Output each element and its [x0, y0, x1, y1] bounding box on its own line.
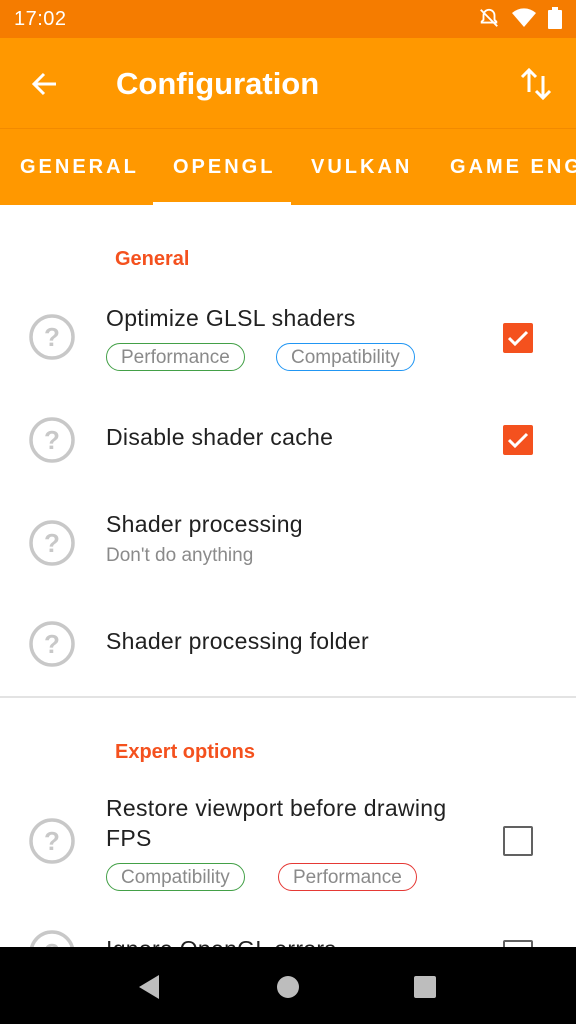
- app-bar: Configuration: [0, 38, 576, 128]
- checkbox-optimize-glsl[interactable]: [503, 323, 533, 353]
- do-not-disturb-off-icon: [480, 8, 498, 27]
- setting-label: Shader processing: [106, 511, 303, 537]
- setting-label: Disable shader cache: [106, 424, 334, 450]
- setting-label: Shader processing folder: [106, 628, 369, 654]
- home-nav-icon[interactable]: [276, 975, 300, 999]
- tab-game-engine[interactable]: GAME ENG: [450, 156, 576, 179]
- status-bar: 17:02: [0, 0, 576, 38]
- arrow-back-icon[interactable]: [24, 62, 68, 106]
- help-icon[interactable]: ?: [29, 417, 75, 463]
- tab-opengl[interactable]: OPENGL: [173, 156, 275, 179]
- help-icon[interactable]: ?: [29, 621, 75, 667]
- swap-vert-icon[interactable]: [516, 62, 556, 106]
- section-divider: [0, 696, 576, 698]
- setting-label-line1: Restore viewport before drawing: [106, 795, 447, 821]
- checkbox-restore-viewport[interactable]: [503, 826, 533, 856]
- setting-label: Optimize GLSL shaders: [106, 305, 356, 331]
- setting-shader-processing[interactable]: ? Shader processing Don't do anything: [0, 506, 576, 580]
- setting-restore-viewport[interactable]: ? Restore viewport before drawing FPS Co…: [0, 790, 576, 900]
- svg-text:?: ?: [44, 322, 60, 352]
- setting-optimize-glsl[interactable]: ? Optimize GLSL shaders Performance Comp…: [0, 298, 576, 390]
- help-icon[interactable]: ?: [29, 520, 75, 566]
- battery-icon: [548, 7, 562, 29]
- tab-bar: GENERAL OPENGL VULKAN GAME ENG: [0, 128, 576, 205]
- back-nav-icon[interactable]: [137, 974, 161, 1000]
- checkbox-disable-shader-cache[interactable]: [503, 425, 533, 455]
- setting-shader-processing-folder[interactable]: ? Shader processing folder: [0, 614, 576, 674]
- svg-text:?: ?: [44, 629, 60, 659]
- tag-performance: Performance: [278, 863, 417, 891]
- tag-compatibility: Compatibility: [276, 343, 415, 371]
- svg-text:?: ?: [44, 425, 60, 455]
- tab-general[interactable]: GENERAL: [20, 156, 139, 179]
- tag-performance: Performance: [106, 343, 245, 371]
- svg-text:?: ?: [44, 528, 60, 558]
- wifi-icon: [512, 8, 536, 27]
- help-icon[interactable]: ?: [29, 818, 75, 864]
- recents-nav-icon[interactable]: [413, 975, 437, 999]
- tab-vulkan[interactable]: VULKAN: [311, 156, 412, 179]
- help-icon[interactable]: ?: [29, 314, 75, 360]
- page-title: Configuration: [116, 66, 320, 101]
- setting-summary: Don't do anything: [106, 545, 254, 566]
- navigation-bar: [0, 947, 576, 1024]
- status-time: 17:02: [14, 8, 67, 30]
- svg-text:?: ?: [44, 826, 60, 856]
- setting-disable-shader-cache[interactable]: ? Disable shader cache: [0, 410, 576, 470]
- section-title-expert: Expert options: [115, 741, 256, 763]
- section-title-general: General: [115, 248, 190, 270]
- setting-label-line2: FPS: [106, 825, 152, 851]
- tab-indicator: [153, 202, 291, 205]
- tag-compatibility: Compatibility: [106, 863, 245, 891]
